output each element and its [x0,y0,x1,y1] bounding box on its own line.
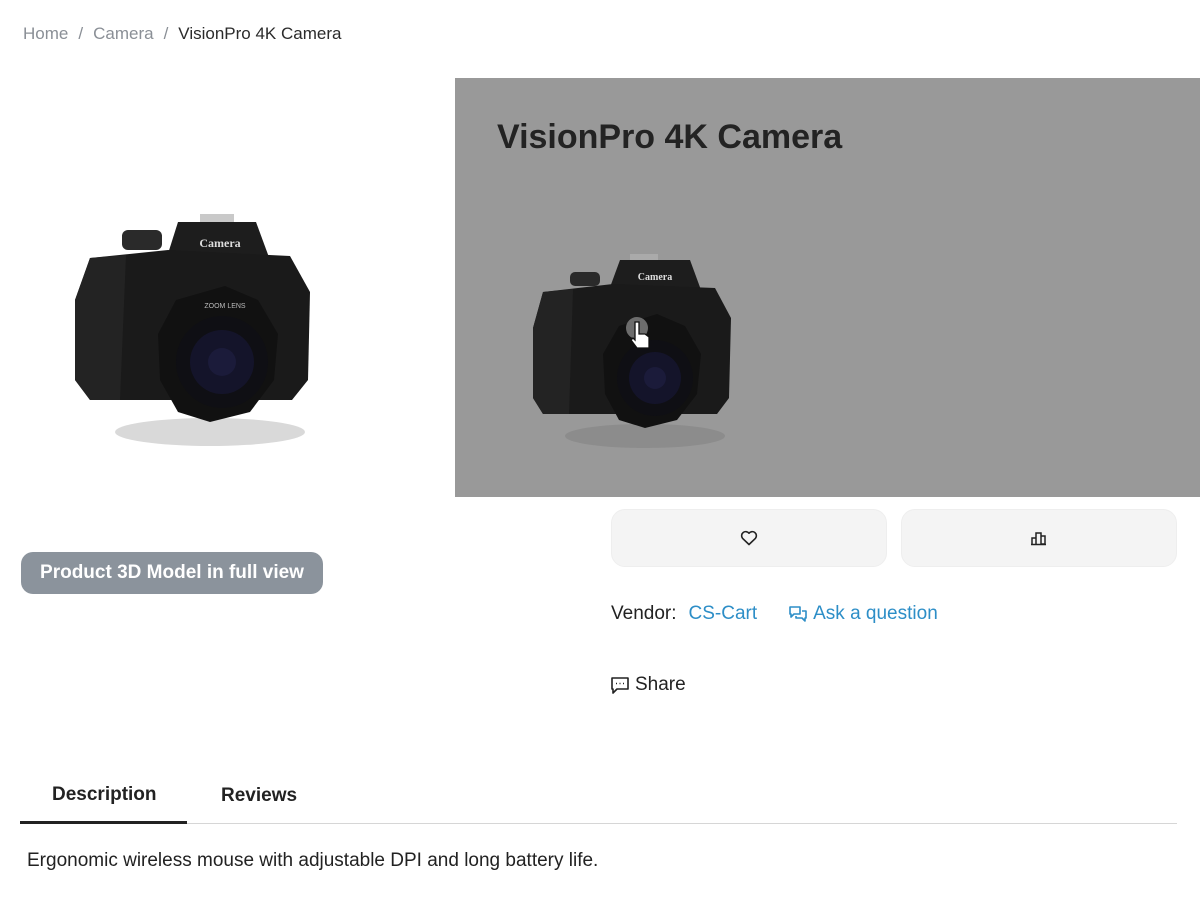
compare-icon [1031,532,1046,546]
vendor-row: Vendor: CS-Cart Ask a question [611,603,938,625]
share-button[interactable]: Share [611,674,686,696]
vendor-link[interactable]: CS-Cart [689,603,758,625]
breadcrumb-category[interactable]: Camera [93,24,153,44]
breadcrumb-home[interactable]: Home [23,24,68,44]
3d-viewer-overlay[interactable]: VisionPro 4K Camera Camera [455,78,1200,497]
chat-bubbles-icon [789,606,807,622]
product-tabs: Description Reviews [20,768,1177,824]
product-title: VisionPro 4K Camera [497,118,843,156]
breadcrumb-separator: / [78,24,84,43]
add-to-compare-button[interactable] [901,509,1177,567]
breadcrumb-current: VisionPro 4K Camera [178,24,342,43]
product-description: Ergonomic wireless mouse with adjustable… [27,850,599,871]
lens-text: ZOOM LENS [204,303,246,310]
breadcrumb: Home / Camera / VisionPro 4K Camera [23,24,341,44]
vendor-label: Vendor: [611,603,677,624]
share-label: Share [635,674,686,695]
view-3d-model-button[interactable]: Product 3D Model in full view [21,552,323,594]
camera-label-text: Camera [199,236,240,250]
breadcrumb-separator: / [163,24,169,43]
ask-question-label: Ask a question [813,603,938,624]
tab-description[interactable]: Description [20,768,187,824]
camera-label-text: Camera [638,272,672,283]
add-to-wishlist-button[interactable] [611,509,887,567]
tab-reviews[interactable]: Reviews [187,768,329,824]
ask-question-link[interactable]: Ask a question [789,603,938,625]
camera-3d-model[interactable]: Camera ZOOM LENS [60,200,330,460]
heart-icon [740,530,758,546]
hand-cursor-icon [626,317,650,349]
comment-icon [611,676,629,694]
